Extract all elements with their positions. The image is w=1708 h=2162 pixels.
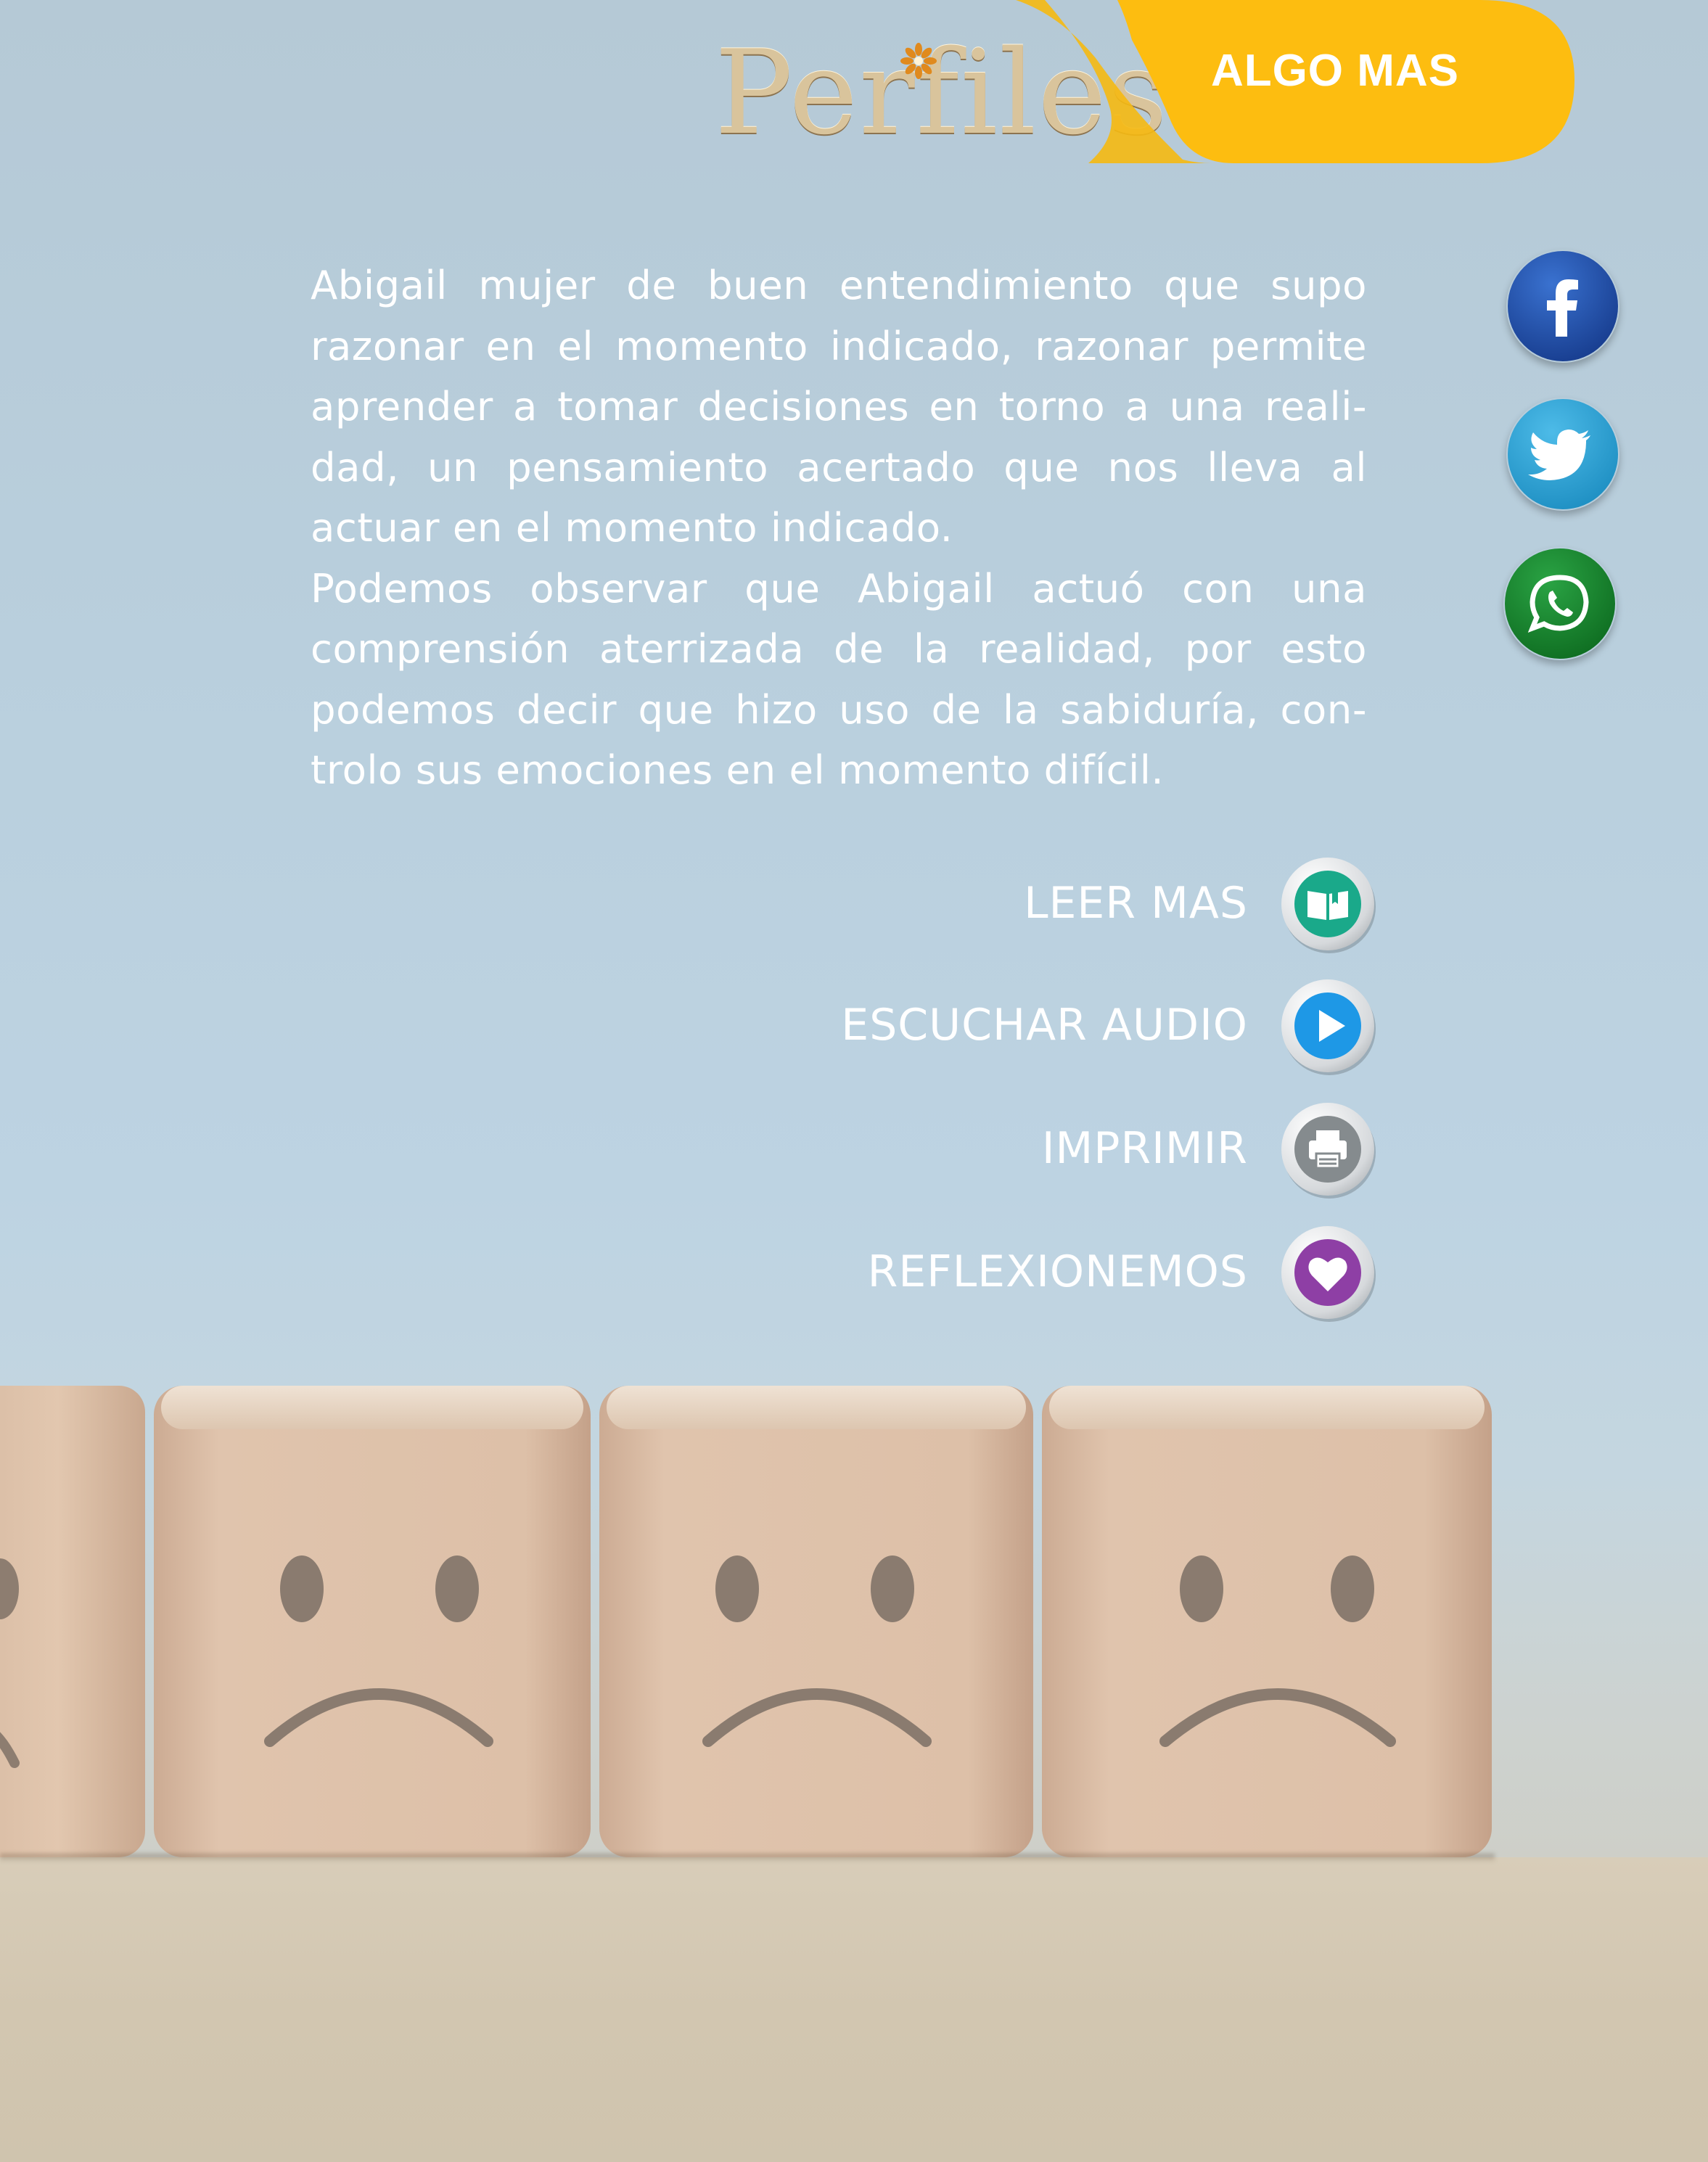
facebook-button[interactable] <box>1506 250 1619 363</box>
play-icon <box>1277 975 1379 1077</box>
algo-mas-label: ALGO MAS <box>1210 46 1460 96</box>
printer-icon <box>1277 1098 1379 1200</box>
reflexionemos-button[interactable]: REFLEXIONEMOS <box>0 1222 1379 1323</box>
whatsapp-icon <box>1505 548 1615 659</box>
whatsapp-button[interactable] <box>1503 547 1617 660</box>
twitter-icon <box>1508 399 1618 509</box>
flower-icon <box>900 43 937 79</box>
wooden-block <box>1042 1386 1492 1857</box>
leer-mas-button[interactable]: LEER MAS <box>0 853 1379 955</box>
book-icon <box>1277 853 1379 955</box>
escuchar-audio-label: ESCUCHAR AUDIO <box>841 1000 1248 1051</box>
table-surface <box>0 1857 1708 2162</box>
article-text: Abigail mujer de buen entendimiento que … <box>311 255 1367 801</box>
block-shadow <box>0 1854 1495 1862</box>
wooden-block <box>599 1386 1033 1857</box>
imprimir-label: IMPRIMIR <box>1041 1123 1248 1174</box>
heart-icon <box>1277 1222 1379 1323</box>
escuchar-audio-button[interactable]: ESCUCHAR AUDIO <box>0 975 1379 1077</box>
imprimir-button[interactable]: IMPRIMIR <box>0 1098 1379 1200</box>
reflexionemos-label: REFLEXIONEMOS <box>867 1246 1248 1297</box>
article-paragraph-2: Podemos observar que Abigail actuó con u… <box>311 564 1367 794</box>
wooden-block <box>0 1386 145 1857</box>
article-paragraph-1: Abigail mujer de buen entendimiento que … <box>311 262 1367 551</box>
wooden-block <box>154 1386 591 1857</box>
facebook-icon <box>1508 251 1618 361</box>
twitter-button[interactable] <box>1506 398 1619 511</box>
leer-mas-label: LEER MAS <box>1024 878 1248 929</box>
